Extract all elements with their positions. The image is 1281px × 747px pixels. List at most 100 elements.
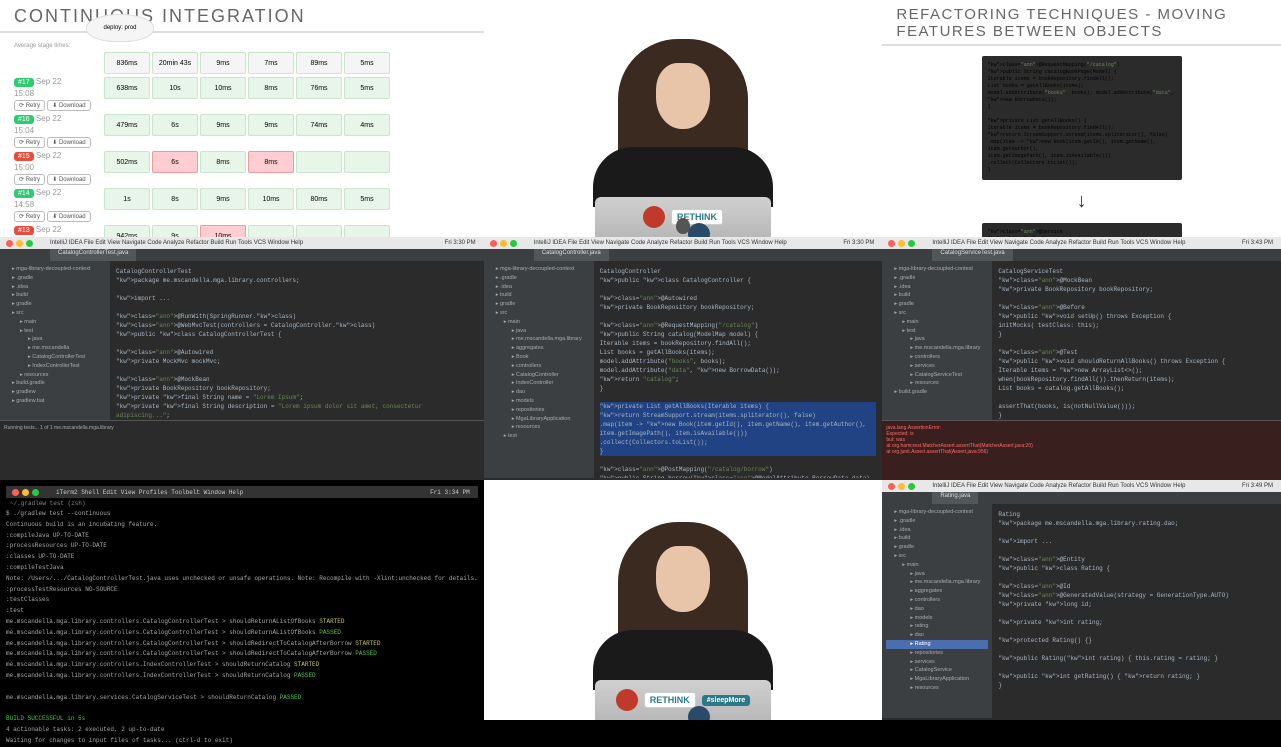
menu-item[interactable]: VCS (1136, 483, 1148, 489)
pipeline-stage-cell[interactable] (344, 225, 390, 237)
mac-menubar[interactable]: IntelliJ IDEA File Edit View Navigate Co… (0, 237, 484, 249)
tree-node[interactable]: ▸ .idea (886, 283, 988, 292)
pipeline-stage-cell[interactable]: 8ms (248, 151, 294, 173)
menu-item[interactable]: Run (225, 240, 236, 246)
code-editor[interactable]: Rating"kw">package me.mscandella.mga.lib… (992, 504, 1281, 718)
tree-node[interactable]: ▸ IndexControllerTest (4, 362, 106, 371)
tree-node[interactable]: ▸ MgaLibraryApplication (886, 675, 988, 684)
tree-node[interactable]: ▸ controllers (886, 596, 988, 605)
pipeline-stage-cell[interactable]: 9ms (200, 114, 246, 136)
editor-tab[interactable]: CatalogServiceTest.java (932, 249, 1012, 261)
menu-item[interactable]: Run (709, 240, 720, 246)
tree-node[interactable]: ▸ gradlew.bat (4, 397, 106, 406)
menu-item[interactable]: IntelliJ IDEA (932, 483, 964, 489)
menu-item[interactable]: Refactor (670, 240, 693, 246)
pipeline-stage-cell[interactable]: 9ms (248, 114, 294, 136)
pipeline-stage-cell[interactable]: 5ms (344, 188, 390, 210)
tree-node[interactable]: ▸ java (488, 327, 590, 336)
tree-node[interactable]: ▸ Book (488, 353, 590, 362)
menu-item[interactable]: Navigate (122, 240, 146, 246)
pipeline-stage-cell[interactable] (296, 225, 342, 237)
retry-button[interactable]: ⟳ Retry (14, 100, 45, 111)
tree-node[interactable]: ▸ java (4, 335, 106, 344)
tree-node[interactable]: ▸ me.mscandella.mga.library (488, 335, 590, 344)
pipeline-stage-cell[interactable]: 638ms (104, 77, 150, 99)
tree-node[interactable]: ▸ services (886, 362, 988, 371)
tree-node[interactable]: ▸ CatalogControllerTest (4, 353, 106, 362)
tree-node[interactable]: ▸ MgaLibraryApplication (488, 415, 590, 424)
pipeline-stage-cell[interactable]: 8ms (248, 77, 294, 99)
tree-node[interactable]: ▸ .gradle (886, 274, 988, 283)
menu-item[interactable]: Tools (1120, 240, 1134, 246)
download-button[interactable]: ⬇ Download (47, 100, 90, 111)
tree-node[interactable]: ▸ src (488, 309, 590, 318)
pipeline-stage-cell[interactable]: 76ms (296, 77, 342, 99)
tree-node[interactable]: ▸ controllers (488, 362, 590, 371)
tree-node[interactable]: ▸ mga-library-decoupled-context (4, 265, 106, 274)
tree-node[interactable]: ▸ controllers (886, 353, 988, 362)
menu-item[interactable]: Window (751, 240, 772, 246)
tree-node[interactable]: ▸ gradle (886, 300, 988, 309)
retry-button[interactable]: ⟳ Retry (14, 211, 45, 222)
pipeline-stage-cell[interactable]: 10ms (200, 225, 246, 237)
pipeline-stage-cell[interactable]: 6s (152, 114, 198, 136)
menu-item[interactable]: Build (1093, 240, 1106, 246)
tree-node[interactable]: ▸ models (886, 614, 988, 623)
pipeline-stage-cell[interactable]: 8ms (200, 151, 246, 173)
menu-item[interactable]: Navigate (1004, 483, 1028, 489)
pipeline-stage-cell[interactable]: 10ms (200, 77, 246, 99)
menu-item[interactable]: Analyze (163, 240, 184, 246)
menu-item[interactable]: IntelliJ IDEA (50, 240, 82, 246)
tree-node[interactable]: ▸ mga-library-decoupled-context (886, 265, 988, 274)
menu-item[interactable]: VCS (254, 240, 266, 246)
menu-item[interactable]: File (568, 240, 578, 246)
pipeline-row[interactable]: #16 Sep 2215:04⟳ Retry ⬇ Download479ms6s… (14, 114, 470, 148)
tree-node[interactable]: ▸ me.mscandella.mga.library (886, 578, 988, 587)
menu-item[interactable]: Help (1173, 240, 1185, 246)
menu-item[interactable]: Tools (1120, 483, 1134, 489)
tree-node[interactable]: ▸ resources (488, 423, 590, 432)
menu-item[interactable]: Run (1108, 240, 1119, 246)
menu-item[interactable]: Navigate (606, 240, 630, 246)
pipeline-stage-cell[interactable]: 80ms (296, 188, 342, 210)
tree-node[interactable]: ▸ build.gradle (4, 379, 106, 388)
menu-item[interactable]: View (591, 240, 604, 246)
project-tree[interactable]: ▸ mga-library-decoupled-context▸ .gradle… (882, 504, 992, 718)
menu-item[interactable]: View (107, 240, 120, 246)
tree-node[interactable]: ▸ test (886, 327, 988, 336)
pipeline-row[interactable]: #15 Sep 2215:00⟳ Retry ⬇ Download502ms6s… (14, 151, 470, 185)
tree-node[interactable]: ▸ me.mscandella (4, 344, 106, 353)
pipeline-stage-cell[interactable]: 942ms (104, 225, 150, 237)
tree-node[interactable]: ▸ aggregates (488, 344, 590, 353)
menu-item[interactable]: File (966, 483, 976, 489)
menu-item[interactable]: VCS (737, 240, 749, 246)
tree-node[interactable]: ▸ build.gradle (886, 388, 988, 397)
tree-node[interactable]: ▸ .gradle (4, 274, 106, 283)
pipeline-stage-cell[interactable]: 502ms (104, 151, 150, 173)
menu-item[interactable]: Code (1030, 483, 1044, 489)
tree-node[interactable]: ▸ main (886, 561, 988, 570)
menu-item[interactable]: Analyze (1045, 483, 1066, 489)
menu-item[interactable]: Refactor (186, 240, 209, 246)
tree-node[interactable]: ▸ services (886, 658, 988, 667)
pipeline-stage-cell[interactable]: 74ms (296, 114, 342, 136)
tree-node[interactable]: ▸ CatalogController (488, 371, 590, 380)
pipeline-stage-cell[interactable]: 479ms (104, 114, 150, 136)
tree-node[interactable]: ▸ dao (488, 388, 590, 397)
tree-node[interactable]: ▸ main (488, 318, 590, 327)
menu-item[interactable]: Code (1030, 240, 1044, 246)
menu-item[interactable]: Edit (579, 240, 589, 246)
menu-item[interactable]: IntelliJ IDEA (932, 240, 964, 246)
tree-node[interactable]: ▸ src (886, 552, 988, 561)
menu-item[interactable]: Window (1150, 240, 1171, 246)
menu-item[interactable]: Window (268, 240, 289, 246)
tree-node[interactable]: ▸ gradle (886, 543, 988, 552)
tree-node[interactable]: ▸ .idea (488, 283, 590, 292)
tree-node[interactable]: ▸ repositories (488, 406, 590, 415)
menu-item[interactable]: Analyze (1045, 240, 1066, 246)
test-failure-output[interactable]: java.lang.AssertionError:Expected: is bu… (882, 420, 1281, 480)
tree-node[interactable]: ▸ build (4, 291, 106, 300)
menu-item[interactable]: Build (694, 240, 707, 246)
term-app-menu[interactable]: iTerm2 Shell Edit View Profiles Toolbelt… (56, 489, 243, 496)
tree-node[interactable]: ▸ me.mscandella.mga.library (886, 344, 988, 353)
